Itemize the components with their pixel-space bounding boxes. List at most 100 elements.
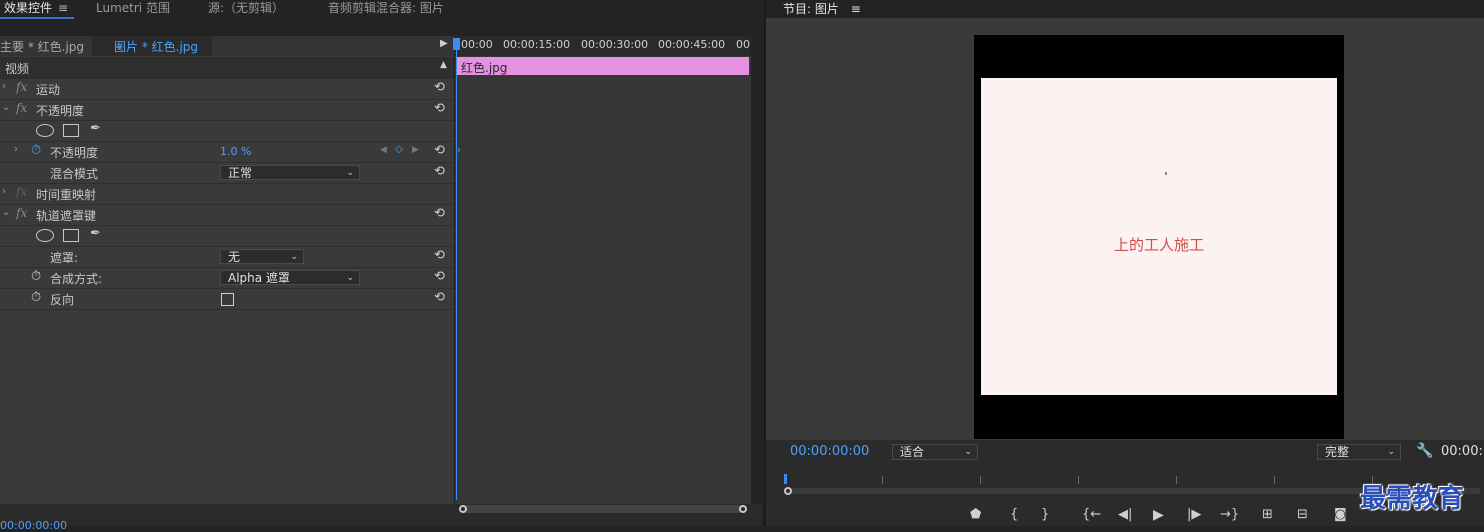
tab-lumetri-scopes[interactable]: Lumetri 范围	[96, 0, 170, 18]
ellipse-mask-icon[interactable]	[36, 229, 54, 242]
stopwatch-icon[interactable]: ⏱	[31, 290, 41, 305]
opacity-mask-tools-row: ✒	[0, 120, 454, 142]
go-to-out-icon[interactable]: →}	[1220, 507, 1239, 522]
composite-value: Alpha 遮罩	[228, 271, 290, 285]
fx-icon[interactable]: fx	[16, 80, 27, 94]
matte-mask-tools-row: ✒	[0, 225, 454, 247]
video-header-row: 视频 ▲	[0, 57, 454, 79]
ellipse-mask-icon[interactable]	[36, 124, 54, 137]
master-clip-label[interactable]: 主要 * 红色.jpg	[0, 38, 84, 55]
twirl-down-icon[interactable]: ⌄	[2, 102, 10, 113]
opacity-label: 不透明度	[36, 104, 85, 118]
stopwatch-icon[interactable]: ⏱	[31, 143, 41, 158]
effect-timeline	[455, 36, 751, 516]
matte-row: 遮罩: 无 ⌄ ⟲	[0, 246, 454, 268]
reset-icon[interactable]: ⟲	[434, 80, 445, 95]
track-matte-row[interactable]: ⌄ fx 轨道遮罩键 ⟲	[0, 204, 454, 226]
rectangle-mask-icon[interactable]	[63, 124, 79, 137]
rectangle-mask-icon[interactable]	[63, 229, 79, 242]
tab-program[interactable]: 节目: 图片 ≡	[783, 0, 861, 17]
program-timecode[interactable]: 00:00:00:00	[790, 444, 869, 459]
reverse-label: 反向	[50, 293, 75, 307]
overwrite-icon[interactable]: ⊟	[1297, 507, 1308, 522]
scrollbar-start-handle[interactable]	[784, 487, 792, 495]
mini-ruler-tick	[1078, 476, 1079, 484]
motion-label: 运动	[36, 83, 61, 97]
next-keyframe-icon[interactable]: ▶	[412, 145, 419, 155]
clip-selector[interactable]: ⌄ 图片 * 红色.jpg	[92, 36, 212, 56]
mark-out-icon[interactable]: }	[1041, 507, 1049, 522]
collapse-up-icon[interactable]: ▲	[440, 60, 447, 70]
twirl-right-icon[interactable]: ›	[2, 81, 6, 92]
pen-mask-icon[interactable]: ✒	[90, 121, 101, 136]
left-tab-bar: 效果控件 ≡ Lumetri 范围 源:（无剪辑） 音频剪辑混合器: 图片	[0, 0, 762, 19]
ruler-tick-label: 00:00	[461, 38, 493, 51]
reset-icon[interactable]: ⟲	[434, 143, 445, 158]
frame-speck	[1165, 172, 1167, 175]
composite-row: ⏱ 合成方式: Alpha 遮罩 ⌄ ⟲	[0, 267, 454, 289]
tab-audio-clip-mixer[interactable]: 音频剪辑混合器: 图片	[328, 0, 444, 18]
reset-icon[interactable]: ⟲	[434, 164, 445, 179]
mini-ruler-tick	[882, 476, 883, 484]
opacity-value[interactable]: 1.0 %	[220, 145, 251, 158]
quality-select[interactable]: 完整 ⌄	[1317, 444, 1401, 460]
add-marker-icon[interactable]: ⬟	[970, 507, 981, 522]
mini-playhead[interactable]	[784, 474, 787, 484]
track-matte-label: 轨道遮罩键	[36, 209, 97, 223]
reverse-checkbox[interactable]	[221, 293, 234, 306]
stopwatch-icon[interactable]: ⏱	[31, 269, 41, 284]
chevron-down-icon: ⌄	[1387, 447, 1395, 457]
blend-mode-select[interactable]: 正常 ⌄	[220, 165, 360, 180]
mark-in-icon[interactable]: {	[1010, 507, 1018, 522]
playhead-line[interactable]	[456, 40, 457, 500]
time-remap-row[interactable]: › fx 时间重映射	[0, 183, 454, 205]
ruler-tick-label: 00	[736, 38, 750, 51]
reset-icon[interactable]: ⟲	[434, 248, 445, 263]
tab-effect-controls[interactable]: 效果控件 ≡	[4, 0, 68, 18]
reset-icon[interactable]: ⟲	[434, 290, 445, 305]
step-back-icon[interactable]: ◀|	[1118, 507, 1132, 522]
opacity-param-row[interactable]: › ⏱ 不透明度 1.0 % ◀ ◇ ▶ ⟲	[0, 141, 454, 163]
keyframe-marker-icon[interactable]: ›	[457, 145, 461, 156]
fx-icon[interactable]: fx	[16, 206, 27, 220]
clip-bar[interactable]: 红色.jpg	[457, 57, 749, 75]
camera-icon[interactable]: ◙	[1334, 507, 1347, 522]
timeline-ruler[interactable]: 00:00 00:00:15:00 00:00:30:00 00:00:45:0…	[455, 36, 751, 56]
insert-icon[interactable]: ⊞	[1262, 507, 1273, 522]
frame-text: 上的工人施工	[1113, 236, 1204, 254]
step-forward-icon[interactable]: |▶	[1187, 507, 1201, 522]
scrollbar-start-handle[interactable]	[459, 505, 467, 513]
panel-menu-icon[interactable]: ≡	[851, 2, 861, 16]
active-tab-indicator	[0, 17, 74, 19]
twirl-down-icon[interactable]: ⌄	[2, 207, 10, 218]
fit-select[interactable]: 适合 ⌄	[892, 444, 978, 460]
matte-label: 遮罩:	[50, 251, 79, 265]
fx-icon[interactable]: fx	[16, 101, 27, 115]
tab-source[interactable]: 源:（无剪辑）	[208, 0, 284, 18]
prev-keyframe-icon[interactable]: ◀	[380, 145, 387, 155]
composite-select[interactable]: Alpha 遮罩 ⌄	[220, 270, 360, 285]
playhead-handle[interactable]	[453, 38, 460, 50]
ruler-tick-label: 00:00:45:00	[658, 38, 726, 51]
watermark: 最需教育	[1360, 484, 1465, 514]
reset-icon[interactable]: ⟲	[434, 101, 445, 116]
blend-mode-value: 正常	[228, 166, 253, 180]
play-triangle-icon[interactable]: ▶	[440, 38, 448, 49]
clip-bar-label: 红色.jpg	[461, 61, 508, 75]
twirl-right-icon[interactable]: ›	[2, 186, 6, 197]
go-to-in-icon[interactable]: {←	[1082, 507, 1101, 522]
panel-menu-icon[interactable]: ≡	[58, 1, 68, 15]
blend-mode-row: 混合模式 正常 ⌄ ⟲	[0, 162, 454, 184]
opacity-row[interactable]: ⌄ fx 不透明度 ⟲	[0, 99, 454, 121]
reset-icon[interactable]: ⟲	[434, 206, 445, 221]
add-keyframe-icon[interactable]: ◇	[395, 144, 403, 155]
motion-row[interactable]: › fx 运动 ⟲	[0, 78, 454, 100]
pen-mask-icon[interactable]: ✒	[90, 226, 101, 241]
matte-select[interactable]: 无 ⌄	[220, 249, 304, 264]
twirl-right-icon[interactable]: ›	[14, 144, 18, 155]
timeline-scrollbar[interactable]	[459, 505, 747, 513]
wrench-icon[interactable]: 🔧	[1416, 443, 1433, 459]
play-icon[interactable]: ▶	[1153, 507, 1164, 523]
reset-icon[interactable]: ⟲	[434, 269, 445, 284]
scrollbar-end-handle[interactable]	[739, 505, 747, 513]
